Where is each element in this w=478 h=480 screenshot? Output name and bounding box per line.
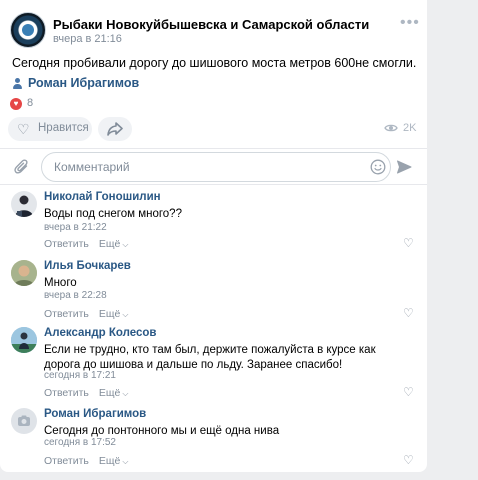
comment-author[interactable]: Илья Бочкарев <box>44 260 131 272</box>
reply-button[interactable]: Ответить <box>44 308 89 320</box>
user-icon <box>12 78 22 89</box>
reaction-count: 8 <box>27 97 34 109</box>
comment-actions: Ответить Ещё ⌵ <box>44 238 128 250</box>
more-label: Ещё <box>98 387 121 399</box>
comment-actions: Ответить Ещё ⌵ <box>44 387 128 399</box>
comment-actions: Ответить Ещё ⌵ <box>44 455 128 467</box>
comment-avatar[interactable] <box>11 408 37 434</box>
post-text: Сегодня пробивали дорогу до шишового мос… <box>12 56 417 70</box>
more-label: Ещё <box>98 455 121 467</box>
comment-like-icon[interactable]: ♡ <box>403 236 414 250</box>
more-button[interactable]: Ещё ⌵ <box>99 238 129 250</box>
more-button[interactable]: Ещё ⌵ <box>99 387 129 399</box>
comment-time[interactable]: сегодня в 17:52 <box>44 437 116 448</box>
reply-button[interactable]: Ответить <box>44 387 89 399</box>
more-button[interactable]: Ещё ⌵ <box>99 455 129 467</box>
heart-icon: ♥ <box>10 98 22 110</box>
comment-author[interactable]: Роман Ибрагимов <box>44 408 146 420</box>
reply-button[interactable]: Ответить <box>44 455 89 467</box>
comment-text: Много <box>44 277 77 289</box>
chevron-down-icon: ⌵ <box>122 457 129 466</box>
comment-item: Илья Бочкарев Много вчера в 22:28 Ответи… <box>0 260 427 320</box>
share-button[interactable] <box>98 117 132 141</box>
comment-time[interactable]: сегодня в 17:21 <box>44 370 116 381</box>
comment-composer <box>0 152 427 182</box>
more-label: Ещё <box>98 308 121 320</box>
paperclip-icon[interactable] <box>14 159 30 175</box>
comment-avatar[interactable] <box>11 327 37 353</box>
group-avatar[interactable] <box>10 12 46 48</box>
post-header: Рыбаки Новокуйбышевска и Самарской облас… <box>10 12 420 48</box>
smile-icon[interactable] <box>370 159 386 175</box>
comment-text: Если не трудно, кто там был, держите пож… <box>44 344 376 371</box>
comment-item: Александр Колесов Если не трудно, кто та… <box>0 327 427 402</box>
reply-button[interactable]: Ответить <box>44 238 89 250</box>
chevron-down-icon: ⌵ <box>122 240 129 249</box>
comment-item: Николай Гоношилин Воды под снегом много?… <box>0 191 427 251</box>
comment-avatar[interactable] <box>11 191 37 217</box>
post-author-name[interactable]: Роман Ибрагимов <box>28 76 139 90</box>
heart-outline-icon: ♡ <box>17 121 30 137</box>
comment-input[interactable] <box>41 152 391 182</box>
more-label: Ещё <box>98 238 121 250</box>
comment-like-icon[interactable]: ♡ <box>403 306 414 320</box>
divider <box>0 148 427 149</box>
like-button[interactable]: ♡ Нравится <box>8 117 92 141</box>
eye-icon <box>384 124 398 132</box>
views-count: 2K <box>403 122 417 134</box>
comment-author[interactable]: Николай Гоношилин <box>44 191 161 203</box>
send-icon[interactable] <box>396 159 412 175</box>
like-label: Нравится <box>38 122 89 134</box>
chevron-down-icon: ⌵ <box>122 389 129 398</box>
post-actions: ♡ Нравится 2K <box>8 117 420 141</box>
comment-time[interactable]: вчера в 21:22 <box>44 222 107 233</box>
group-name[interactable]: Рыбаки Новокуйбышевска и Самарской облас… <box>53 17 369 32</box>
more-button[interactable]: Ещё ⌵ <box>99 308 129 320</box>
comment-item: Роман Ибрагимов Сегодня до понтонного мы… <box>0 408 427 468</box>
comment-author[interactable]: Александр Колесов <box>44 327 157 339</box>
page-background <box>427 0 478 480</box>
more-icon[interactable]: ••• <box>400 14 420 32</box>
camera-icon <box>18 415 30 426</box>
comment-like-icon[interactable]: ♡ <box>403 453 414 467</box>
post-card: Рыбаки Новокуйбышевска и Самарской облас… <box>0 0 427 472</box>
comment-avatar[interactable] <box>11 260 37 286</box>
comment-time[interactable]: вчера в 22:28 <box>44 290 107 301</box>
divider <box>0 184 427 185</box>
post-time[interactable]: вчера в 21:16 <box>53 33 122 45</box>
comment-text: Воды под снегом много?? <box>44 208 182 220</box>
comment-actions: Ответить Ещё ⌵ <box>44 308 128 320</box>
share-icon <box>107 122 123 136</box>
chevron-down-icon: ⌵ <box>122 310 129 319</box>
comment-like-icon[interactable]: ♡ <box>403 385 414 399</box>
